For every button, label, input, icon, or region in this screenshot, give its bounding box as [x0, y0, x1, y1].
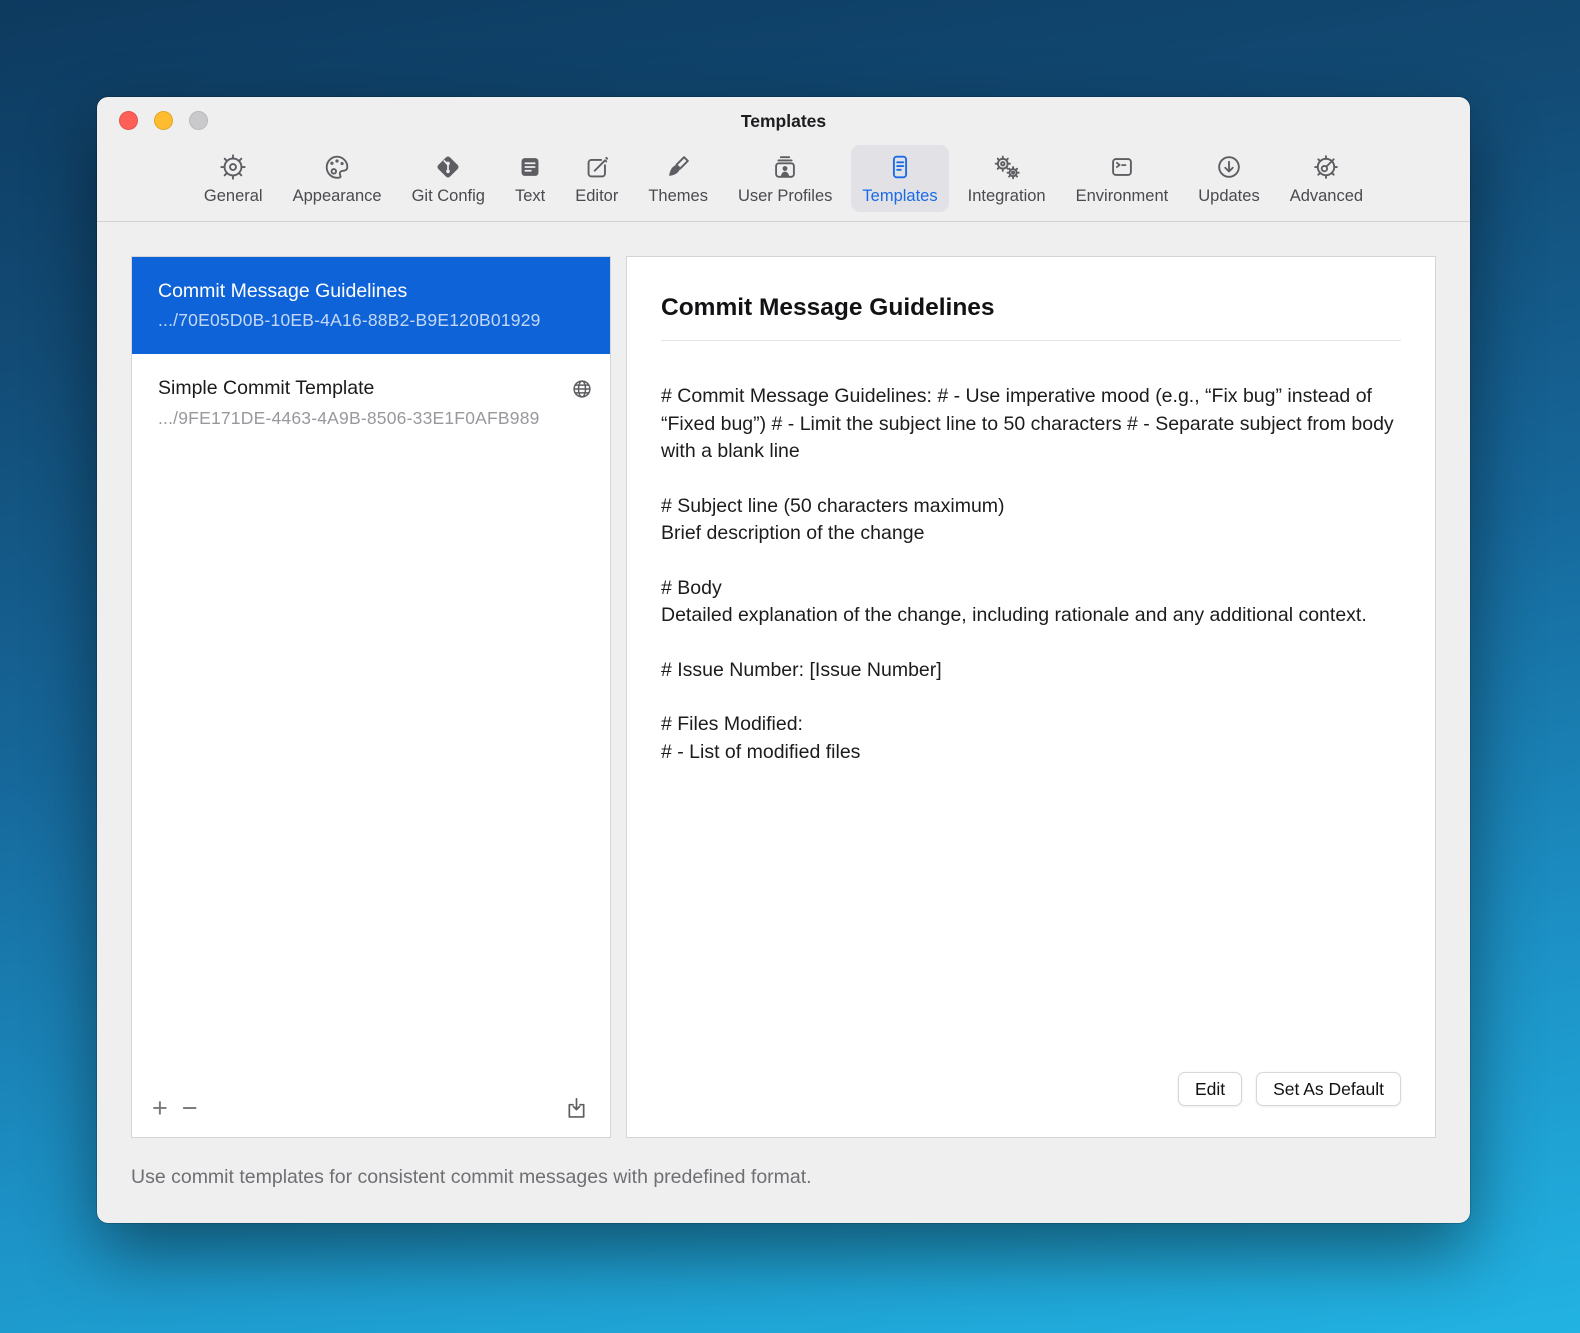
- template-document-icon: [885, 150, 915, 184]
- detail-title: Commit Message Guidelines: [661, 294, 1401, 322]
- tab-environment[interactable]: Environment: [1065, 145, 1180, 212]
- tab-themes[interactable]: Themes: [637, 145, 719, 212]
- download-circle-icon: [1214, 150, 1244, 184]
- template-list-controls: + −: [132, 1085, 610, 1137]
- tab-label: Environment: [1076, 187, 1169, 206]
- tab-label: Git Config: [412, 187, 485, 206]
- text-document-icon: [515, 150, 545, 184]
- template-path: .../70E05D0B-10EB-4A16-88B2-B9E120B01929: [158, 310, 594, 331]
- add-template-button[interactable]: +: [152, 1096, 168, 1120]
- template-path: .../9FE171DE-4463-4A9B-8506-33E1F0AFB989: [158, 408, 594, 429]
- template-list-item[interactable]: Commit Message Guidelines .../70E05D0B-1…: [132, 257, 610, 354]
- double-gear-icon: [992, 150, 1022, 184]
- palette-icon: [322, 150, 352, 184]
- template-title: Simple Commit Template: [158, 377, 374, 400]
- tab-label: Text: [515, 187, 545, 206]
- tab-appearance[interactable]: Appearance: [282, 145, 393, 212]
- template-paragraph: # Files Modified: # - List of modified f…: [661, 711, 1401, 766]
- remove-template-button[interactable]: −: [182, 1096, 198, 1120]
- preferences-window: Templates General Appea: [97, 97, 1470, 1223]
- tab-updates[interactable]: Updates: [1187, 145, 1270, 212]
- detail-divider: [661, 340, 1401, 341]
- terminal-icon: [1107, 150, 1137, 184]
- tab-editor[interactable]: Editor: [564, 145, 629, 212]
- template-paragraph: # Body Detailed explanation of the chang…: [661, 575, 1401, 630]
- template-paragraph: # Issue Number: [Issue Number]: [661, 657, 1401, 685]
- tab-label: User Profiles: [738, 187, 832, 206]
- tab-git-config[interactable]: Git Config: [401, 145, 496, 212]
- tab-label: Templates: [862, 187, 937, 206]
- tab-integration[interactable]: Integration: [957, 145, 1057, 212]
- template-list-pane: Commit Message Guidelines .../70E05D0B-1…: [131, 256, 611, 1138]
- tab-label: Editor: [575, 187, 618, 206]
- template-list-empty-area: [132, 451, 610, 1085]
- git-diamond-icon: [433, 150, 463, 184]
- template-detail-pane: Commit Message Guidelines # Commit Messa…: [626, 256, 1436, 1138]
- templates-panel: Commit Message Guidelines .../70E05D0B-1…: [97, 222, 1470, 1138]
- zoom-button-disabled: [189, 111, 208, 130]
- import-template-icon[interactable]: [563, 1095, 590, 1122]
- tab-advanced[interactable]: Advanced: [1279, 145, 1374, 212]
- globe-icon: [570, 377, 594, 401]
- profile-card-icon: [770, 150, 800, 184]
- template-content: # Commit Message Guidelines: # - Use imp…: [661, 383, 1401, 766]
- preferences-toolbar: General Appearance: [97, 143, 1470, 221]
- tab-label: Appearance: [293, 187, 382, 206]
- template-list-item[interactable]: Simple Commit Template .../9FE171DE-4463…: [132, 354, 610, 451]
- detail-actions: Edit Set As Default: [1178, 1072, 1401, 1106]
- close-button[interactable]: [119, 111, 138, 130]
- tab-label: General: [204, 187, 263, 206]
- tab-templates[interactable]: Templates: [851, 145, 948, 212]
- tab-label: Integration: [968, 187, 1046, 206]
- set-as-default-button[interactable]: Set As Default: [1256, 1072, 1401, 1106]
- tab-label: Advanced: [1290, 187, 1363, 206]
- footer-hint: Use commit templates for consistent comm…: [131, 1166, 812, 1189]
- edit-button[interactable]: Edit: [1178, 1072, 1242, 1106]
- window-controls: [119, 111, 208, 130]
- tab-text[interactable]: Text: [504, 145, 556, 212]
- tab-user-profiles[interactable]: User Profiles: [727, 145, 843, 212]
- template-paragraph: # Subject line (50 characters maximum) B…: [661, 493, 1401, 548]
- advanced-gear-icon: [1311, 150, 1341, 184]
- tab-general[interactable]: General: [193, 145, 274, 212]
- template-title: Commit Message Guidelines: [158, 280, 407, 303]
- titlebar: Templates: [97, 97, 1470, 143]
- tab-label: Themes: [648, 187, 708, 206]
- paintbrush-icon: [663, 150, 693, 184]
- minimize-button[interactable]: [154, 111, 173, 130]
- gear-icon: [218, 150, 248, 184]
- template-paragraph: # Commit Message Guidelines: # - Use imp…: [661, 383, 1401, 466]
- tab-label: Updates: [1198, 187, 1259, 206]
- square-pencil-icon: [582, 150, 612, 184]
- window-title: Templates: [97, 97, 1470, 145]
- footer: Use commit templates for consistent comm…: [97, 1138, 1470, 1223]
